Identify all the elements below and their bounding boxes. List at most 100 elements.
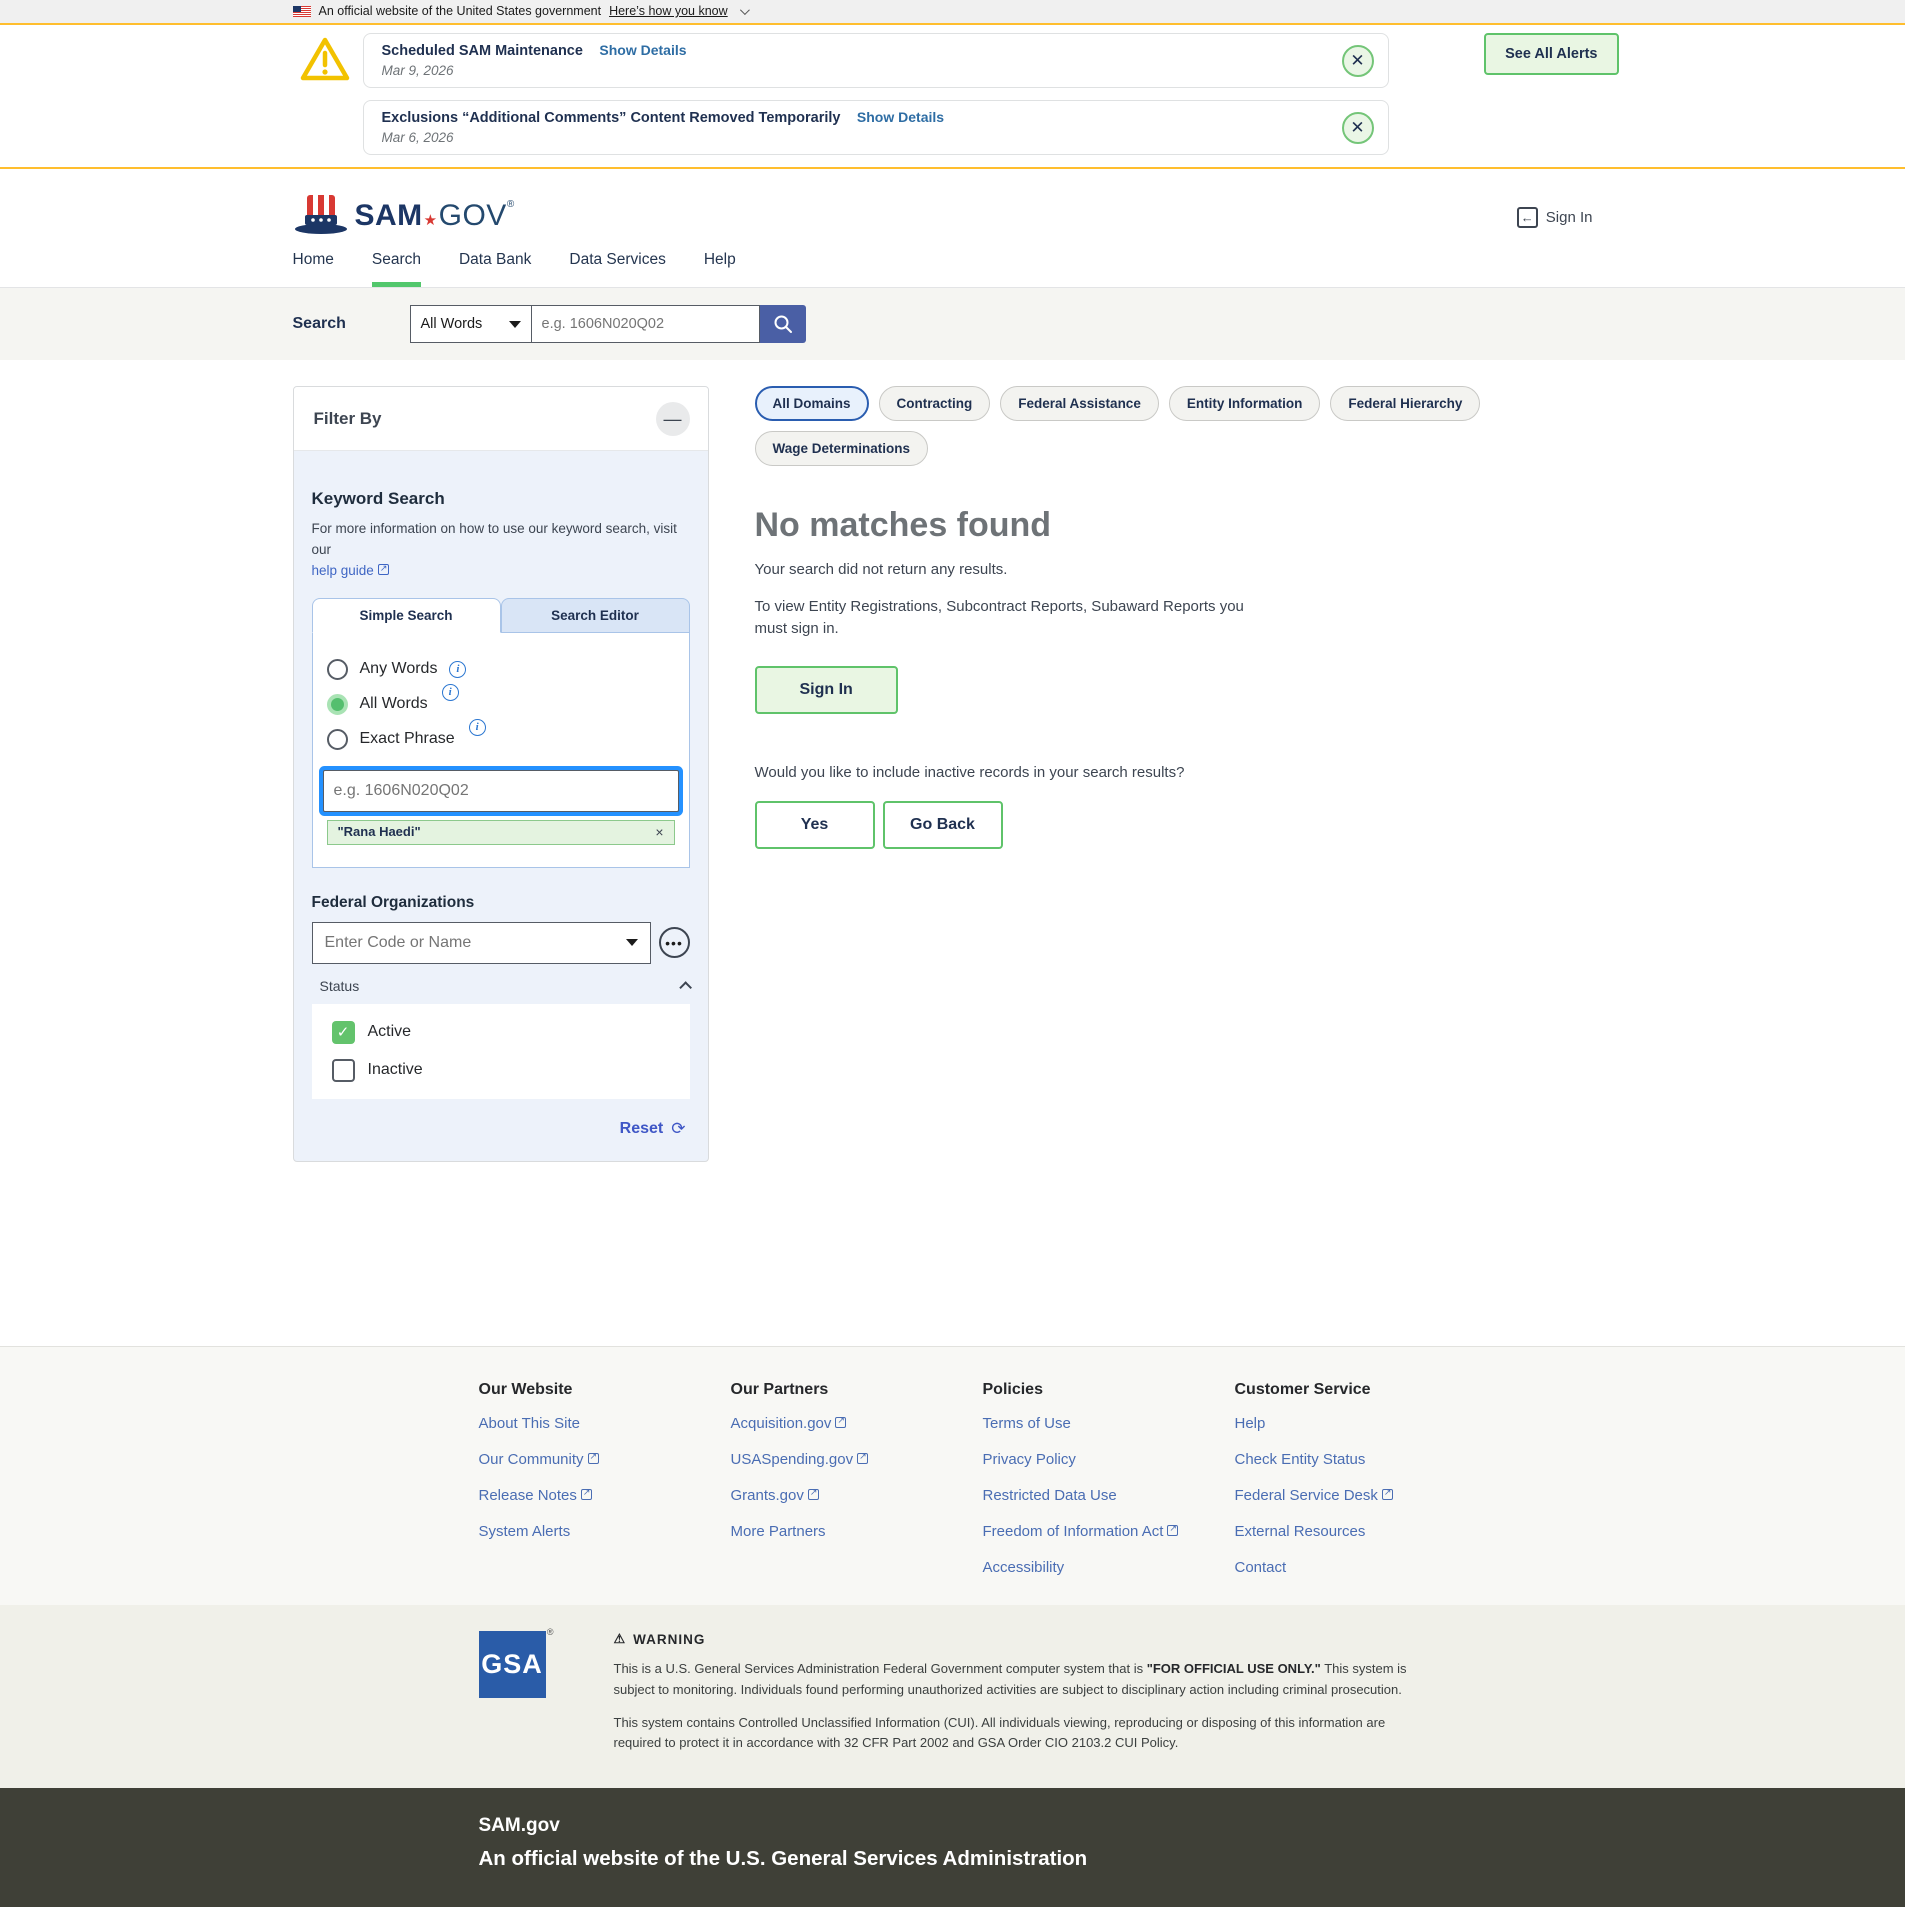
federal-orgs-combobox[interactable]: Enter Code or Name	[311, 921, 651, 964]
footer-link-our-community[interactable]: Our Community	[479, 1451, 731, 1468]
show-details-link[interactable]: Show Details	[599, 42, 686, 58]
info-icon[interactable]	[468, 718, 486, 736]
info-icon[interactable]	[449, 660, 467, 678]
radio-exact-phrase[interactable]	[326, 728, 348, 750]
search-mode-select[interactable]: All Words	[409, 305, 532, 343]
main-area: Filter By — Keyword Search For more info…	[0, 360, 1905, 1346]
help-guide-link[interactable]: help guide	[312, 563, 374, 578]
sign-in-button[interactable]: Sign In	[754, 665, 898, 714]
footer-link-check-entity-status[interactable]: Check Entity Status	[1235, 1451, 1427, 1468]
footer-link-release-notes[interactable]: Release Notes	[479, 1487, 731, 1504]
external-link-icon	[1167, 1523, 1179, 1536]
radio-all-words[interactable]	[326, 693, 348, 715]
keyword-chip-label: "Rana Haedi"	[337, 824, 421, 840]
footer-links-section: Our Website About This Site Our Communit…	[0, 1346, 1905, 1605]
close-icon[interactable]: ✕	[1341, 111, 1374, 144]
site-header: SAM★GOV® ← Sign In	[0, 169, 1905, 239]
footer-col-heading: Policies	[982, 1381, 1043, 1398]
nav-item-search[interactable]: Search	[371, 251, 421, 287]
domain-pill-wage-determinations[interactable]: Wage Determinations	[754, 431, 929, 466]
keyword-help-text: For more information on how to use our k…	[311, 521, 677, 557]
domain-pill-contracting[interactable]: Contracting	[878, 386, 991, 421]
radio-all-words-label: All Words	[359, 695, 428, 713]
domain-pill-all-domains[interactable]: All Domains	[754, 386, 869, 421]
footer-link-federal-service-desk[interactable]: Federal Service Desk	[1235, 1487, 1427, 1504]
results-area: All Domains Contracting Federal Assistan…	[754, 386, 1613, 849]
external-link-icon	[835, 1415, 847, 1428]
checkbox-active-label: Active	[367, 1023, 412, 1041]
footer-link-help[interactable]: Help	[1235, 1415, 1427, 1432]
footer-link-system-alerts[interactable]: System Alerts	[479, 1523, 731, 1540]
footer-link-accessibility[interactable]: Accessibility	[983, 1559, 1235, 1576]
chevron-down-icon[interactable]	[739, 4, 750, 15]
footer-link-grants-gov[interactable]: Grants.gov	[731, 1487, 983, 1504]
federal-orgs-heading: Federal Organizations	[311, 893, 475, 911]
how-you-know-link[interactable]: Here’s how you know	[609, 4, 728, 18]
footer-link-acquisition-gov[interactable]: Acquisition.gov	[731, 1415, 983, 1432]
external-link-icon	[377, 562, 389, 576]
external-link-icon	[1381, 1487, 1393, 1500]
footer-link-foia[interactable]: Freedom of Information Act	[983, 1523, 1235, 1540]
checkbox-inactive[interactable]	[331, 1058, 355, 1082]
search-icon	[774, 315, 792, 333]
go-back-button[interactable]: Go Back	[882, 800, 1003, 849]
remove-chip-icon[interactable]: ×	[655, 824, 663, 840]
sam-gov-logo[interactable]: SAM★GOV®	[293, 193, 515, 239]
footer-link-terms-of-use[interactable]: Terms of Use	[983, 1415, 1235, 1432]
alert-maintenance: Scheduled SAM Maintenance Show Details M…	[362, 33, 1389, 88]
chevron-up-icon[interactable]	[678, 981, 692, 995]
footer-link-contact[interactable]: Contact	[1235, 1559, 1427, 1576]
filter-panel: Filter By — Keyword Search For more info…	[292, 386, 709, 1162]
checkbox-active[interactable]	[331, 1020, 355, 1044]
status-section-label: Status	[319, 977, 360, 994]
footer-link-privacy-policy[interactable]: Privacy Policy	[983, 1451, 1235, 1468]
alert-title: Exclusions “Additional Comments” Content…	[381, 110, 841, 126]
search-label: Search	[292, 315, 346, 332]
domain-pill-entity-information[interactable]: Entity Information	[1168, 386, 1321, 421]
footer-col-heading: Customer Service	[1234, 1381, 1371, 1398]
domain-pill-federal-hierarchy[interactable]: Federal Hierarchy	[1330, 386, 1481, 421]
reset-icon[interactable]	[671, 1119, 685, 1139]
nav-item-home[interactable]: Home	[293, 251, 334, 287]
info-icon[interactable]	[441, 683, 459, 701]
more-options-icon[interactable]: •••	[658, 927, 690, 959]
sign-in-link[interactable]: ← Sign In	[1516, 207, 1593, 228]
footer-tagline: An official website of the U.S. General …	[478, 1847, 1088, 1871]
tab-search-editor[interactable]: Search Editor	[500, 597, 690, 633]
close-icon[interactable]: ✕	[1341, 44, 1374, 77]
nav-item-help[interactable]: Help	[704, 251, 736, 287]
nav-item-data-bank[interactable]: Data Bank	[459, 251, 531, 287]
external-link-icon	[580, 1487, 592, 1500]
radio-any-words[interactable]	[326, 658, 348, 680]
search-input[interactable]	[531, 305, 760, 343]
brand-gov-text: GOV	[438, 199, 507, 232]
footer-brand: SAM.gov	[478, 1815, 560, 1837]
radio-exact-phrase-label: Exact Phrase	[359, 730, 455, 748]
us-flag-icon	[292, 5, 311, 17]
footer-col-our-partners: Our Partners Acquisition.gov USASpending…	[731, 1381, 983, 1595]
show-details-link[interactable]: Show Details	[857, 109, 944, 125]
main-nav: Home Search Data Bank Data Services Help	[0, 251, 1905, 288]
no-matches-heading: No matches found	[754, 506, 1052, 544]
nav-item-data-services[interactable]: Data Services	[569, 251, 665, 287]
yes-button[interactable]: Yes	[754, 800, 875, 849]
alerts-section: Scheduled SAM Maintenance Show Details M…	[0, 25, 1905, 169]
footer-link-about-this-site[interactable]: About This Site	[479, 1415, 731, 1432]
alert-date: Mar 6, 2026	[381, 130, 454, 145]
keyword-input[interactable]	[322, 769, 679, 812]
footer-link-usaspending-gov[interactable]: USASpending.gov	[731, 1451, 983, 1468]
collapse-filter-icon[interactable]: —	[655, 402, 690, 436]
reset-filters-button[interactable]: Reset	[620, 1120, 664, 1138]
sign-in-label: Sign In	[1545, 209, 1593, 226]
tab-simple-search[interactable]: Simple Search	[311, 597, 501, 633]
footer-link-external-resources[interactable]: External Resources	[1235, 1523, 1427, 1540]
external-link-icon	[587, 1451, 599, 1464]
footer-link-restricted-data-use[interactable]: Restricted Data Use	[983, 1487, 1235, 1504]
search-button[interactable]	[759, 305, 806, 343]
checkbox-inactive-label: Inactive	[367, 1061, 423, 1079]
see-all-alerts-button[interactable]: See All Alerts	[1484, 33, 1619, 75]
footer-link-more-partners[interactable]: More Partners	[731, 1523, 983, 1540]
gsa-logo: GSA ®	[478, 1627, 554, 1754]
alert-exclusions: Exclusions “Additional Comments” Content…	[362, 100, 1389, 155]
domain-pill-federal-assistance[interactable]: Federal Assistance	[1000, 386, 1159, 421]
